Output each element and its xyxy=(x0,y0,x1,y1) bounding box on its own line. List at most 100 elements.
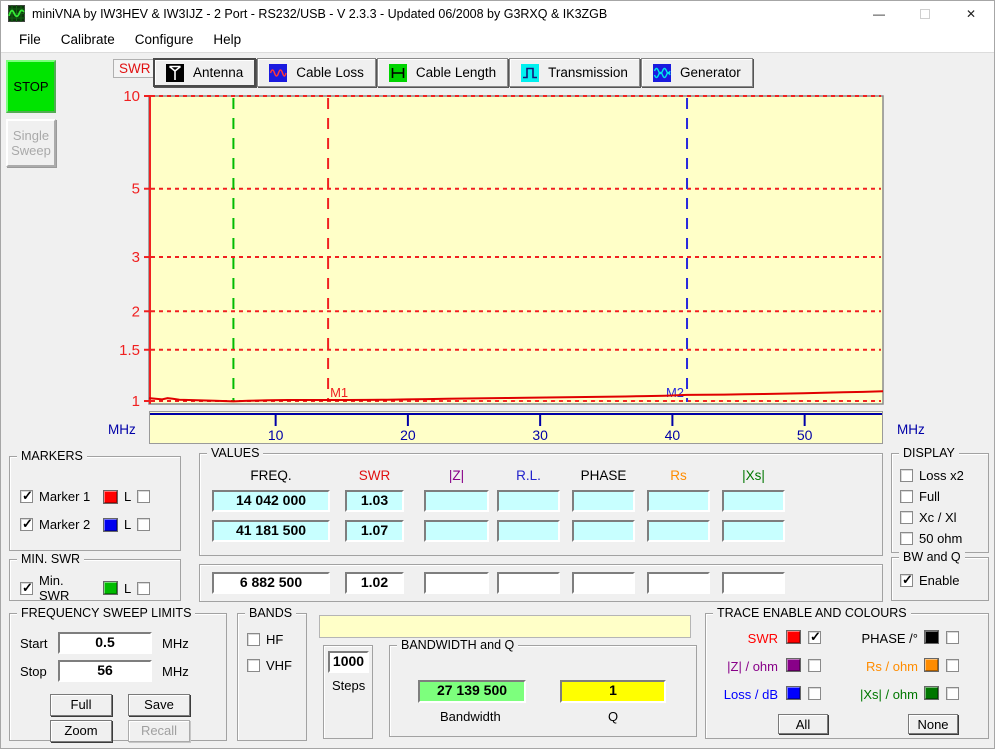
trace-rs-swatch[interactable] xyxy=(924,658,939,672)
svg-text:10: 10 xyxy=(268,427,284,443)
start-unit-label: MHz xyxy=(162,636,189,651)
min-swr-lock-checkbox[interactable] xyxy=(137,582,150,595)
marker2-lock-checkbox[interactable] xyxy=(137,518,150,531)
svg-text:30: 30 xyxy=(532,427,548,443)
svg-text:3: 3 xyxy=(132,249,140,266)
bw-q-group-title: BW and Q xyxy=(899,550,965,564)
tab-cable-loss[interactable]: Cable Loss xyxy=(257,58,376,87)
generator-icon xyxy=(653,64,671,82)
save-button[interactable]: Save xyxy=(128,694,190,716)
svg-text:40: 40 xyxy=(665,427,681,443)
loss-x2-checkbox[interactable] xyxy=(900,469,913,482)
marker2-xs-value xyxy=(722,520,785,542)
marker2-rs-value xyxy=(647,520,710,542)
trace-xs-swatch[interactable] xyxy=(924,686,939,700)
values-header-swr: SWR xyxy=(345,468,404,483)
tab-generator[interactable]: Generator xyxy=(641,58,753,87)
stop-frequency-input[interactable]: 56 xyxy=(58,660,152,682)
menu-bar: File Calibrate Configure Help xyxy=(1,26,994,53)
menu-help[interactable]: Help xyxy=(203,28,251,51)
maximize-icon xyxy=(920,9,930,19)
close-button[interactable]: ✕ xyxy=(948,1,994,26)
vhf-label: VHF xyxy=(266,658,292,673)
trace-loss-checkbox[interactable] xyxy=(808,687,821,700)
marker2-swr-value: 1.07 xyxy=(345,520,404,542)
steps-input[interactable]: 1000 xyxy=(328,651,369,673)
min-swr-checkbox[interactable] xyxy=(20,582,33,595)
min-swr-freq-value: 6 882 500 xyxy=(212,572,330,594)
display-group-title: DISPLAY xyxy=(899,446,959,460)
trace-rs-label: Rs / ohm xyxy=(832,659,918,674)
recall-button[interactable]: Recall xyxy=(128,720,190,742)
values-header-rs: Rs xyxy=(647,468,710,483)
bandwidth-q-group: BANDWIDTH and Q 27 139 500 Bandwidth 1 Q xyxy=(389,645,697,737)
fifty-ohm-checkbox[interactable] xyxy=(900,532,913,545)
min-swr-rl-value xyxy=(497,572,560,594)
tab-transmission[interactable]: Transmission xyxy=(509,58,640,87)
trace-phase-swatch[interactable] xyxy=(924,630,939,644)
cable-loss-icon xyxy=(269,64,287,82)
mhz-label-right: MHz xyxy=(897,422,925,437)
all-traces-button[interactable]: All xyxy=(778,714,828,734)
full-display-checkbox[interactable] xyxy=(900,490,913,503)
trace-swr-swatch[interactable] xyxy=(786,630,801,644)
trace-swr-checkbox[interactable] xyxy=(808,631,821,644)
trace-loss-swatch[interactable] xyxy=(786,686,801,700)
marker1-color-swatch[interactable] xyxy=(103,490,118,504)
bw-q-enable-label: Enable xyxy=(919,573,959,588)
bands-group: BANDS HF VHF xyxy=(237,613,307,741)
tab-strip: Antenna Cable Loss Cable Length Transmis… xyxy=(153,58,754,87)
trace-z-swatch[interactable] xyxy=(786,658,801,672)
min-swr-group: MIN. SWR Min. SWR L xyxy=(9,559,181,601)
marker1-lock-checkbox[interactable] xyxy=(137,490,150,503)
marker2-freq-value: 41 181 500 xyxy=(212,520,330,542)
menu-configure[interactable]: Configure xyxy=(125,28,204,51)
min-swr-color-swatch[interactable] xyxy=(103,581,118,595)
frequency-axis-scale: 1020304050 xyxy=(150,412,882,443)
tab-cable-length[interactable]: Cable Length xyxy=(377,58,508,87)
marker1-checkbox[interactable] xyxy=(20,490,33,503)
stop-button[interactable]: STOP xyxy=(6,60,56,113)
marker2-checkbox[interactable] xyxy=(20,518,33,531)
trace-rs-checkbox[interactable] xyxy=(946,659,959,672)
tab-antenna[interactable]: Antenna xyxy=(153,58,256,87)
trace-xs-checkbox[interactable] xyxy=(946,687,959,700)
min-swr-group-title: MIN. SWR xyxy=(17,552,84,566)
chart-plot[interactable]: 105321.51M1M2 xyxy=(106,89,886,409)
menu-file[interactable]: File xyxy=(9,28,51,51)
start-frequency-input[interactable]: 0.5 xyxy=(58,632,152,654)
marker1-label: Marker 1 xyxy=(39,489,97,504)
xc-xl-checkbox[interactable] xyxy=(900,511,913,524)
bw-q-enable-checkbox[interactable] xyxy=(900,574,913,587)
menu-calibrate[interactable]: Calibrate xyxy=(51,28,125,51)
svg-text:10: 10 xyxy=(123,89,140,105)
values-header-xs: |Xs| xyxy=(722,468,785,483)
svg-text:M1: M1 xyxy=(330,385,348,400)
zoom-button[interactable]: Zoom xyxy=(50,720,112,742)
cable-length-icon xyxy=(389,64,407,82)
hf-checkbox[interactable] xyxy=(247,633,260,646)
values-group: VALUES FREQ. SWR |Z| R.L. PHASE Rs |Xs| … xyxy=(199,453,883,556)
trace-z-checkbox[interactable] xyxy=(808,659,821,672)
minimize-button[interactable]: — xyxy=(856,1,902,26)
no-traces-button[interactable]: None xyxy=(908,714,958,734)
vhf-checkbox[interactable] xyxy=(247,659,260,672)
min-swr-rs-value xyxy=(647,572,710,594)
min-swr-lock-label: L xyxy=(124,581,131,596)
min-swr-label: Min. SWR xyxy=(39,573,97,603)
trace-z-label: |Z| / ohm xyxy=(712,659,778,674)
full-button[interactable]: Full xyxy=(50,694,112,716)
values-header-freq: FREQ. xyxy=(212,468,330,483)
single-sweep-button[interactable]: Single Sweep xyxy=(6,119,56,167)
marker2-label: Marker 2 xyxy=(39,517,97,532)
svg-text:5: 5 xyxy=(132,181,140,198)
swr-chart[interactable]: 105321.51M1M2 xyxy=(106,89,886,409)
maximize-button[interactable] xyxy=(902,1,948,26)
window-title: miniVNA by IW3HEV & IW3IJZ - 2 Port - RS… xyxy=(32,7,607,21)
marker1-xs-value xyxy=(722,490,785,512)
xc-xl-label: Xc / Xl xyxy=(919,510,957,525)
trace-phase-checkbox[interactable] xyxy=(946,631,959,644)
min-swr-phase-value xyxy=(572,572,635,594)
display-group: DISPLAY Loss x2 Full Xc / Xl 50 ohm xyxy=(891,453,989,553)
marker2-color-swatch[interactable] xyxy=(103,518,118,532)
